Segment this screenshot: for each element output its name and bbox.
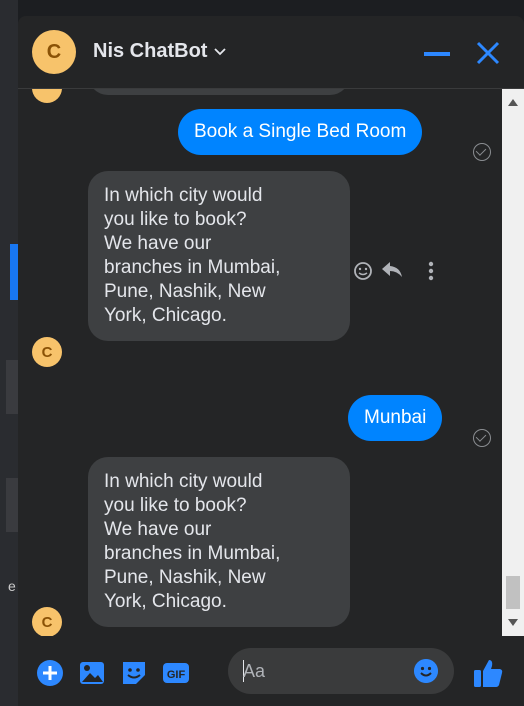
bot-avatar[interactable]: C xyxy=(32,30,76,74)
background-highlight xyxy=(10,244,18,300)
scroll-up-arrow-icon[interactable] xyxy=(508,99,518,106)
bot-message-bubble[interactable]: In which city would you like to book? We… xyxy=(88,457,350,627)
chat-window: C Nis ChatBot Book a Single Bed Room In … xyxy=(18,16,524,706)
message-line: you like to book? xyxy=(104,209,247,230)
user-message-bubble[interactable]: Munbai xyxy=(348,395,443,441)
user-message-bubble[interactable]: Book a Single Bed Room xyxy=(178,109,423,155)
message-line: We have our xyxy=(104,233,212,254)
emoji-icon[interactable] xyxy=(414,659,438,683)
chat-title: Nis ChatBot xyxy=(93,40,208,62)
message-line: branches in Mumbai, xyxy=(104,543,281,564)
message-input[interactable]: Aa xyxy=(228,648,454,694)
minimize-icon[interactable] xyxy=(424,52,450,56)
message-line: Pune, Nashik, New xyxy=(104,567,266,588)
background-block xyxy=(6,360,18,414)
message-line: York, Chicago. xyxy=(104,591,227,612)
more-options-icon[interactable] xyxy=(428,261,434,281)
photo-icon[interactable] xyxy=(78,659,106,687)
react-emoji-icon[interactable] xyxy=(353,261,373,281)
gif-icon[interactable]: GIF xyxy=(162,659,190,687)
scrollbar-thumb[interactable] xyxy=(506,576,520,609)
message-line: branches in Mumbai, xyxy=(104,257,281,278)
message-line: We have our xyxy=(104,519,212,540)
background-block xyxy=(6,478,18,532)
seen-check-icon xyxy=(473,143,491,161)
composer-bar: GIF Aa xyxy=(18,637,524,706)
message-line: you like to book? xyxy=(104,495,247,516)
bot-message-avatar xyxy=(32,89,62,103)
message-line: Pune, Nashik, New xyxy=(104,281,266,302)
background-page: e xyxy=(0,0,18,706)
sticker-icon[interactable] xyxy=(120,659,148,687)
bot-message-bubble[interactable]: In which city would you like to book? We… xyxy=(88,171,350,341)
bot-message-avatar: C xyxy=(32,607,62,636)
chevron-down-icon xyxy=(214,47,227,55)
reply-icon[interactable] xyxy=(381,261,403,279)
svg-text:GIF: GIF xyxy=(167,669,186,681)
seen-check-icon xyxy=(473,429,491,447)
chat-header: C Nis ChatBot xyxy=(18,16,524,89)
thumbs-up-icon[interactable] xyxy=(472,657,504,689)
message-list[interactable]: Book a Single Bed Room In which city wou… xyxy=(18,89,502,636)
close-icon[interactable] xyxy=(473,38,503,68)
message-line: York, Chicago. xyxy=(104,305,227,326)
plus-icon[interactable] xyxy=(36,659,64,687)
message-line: In which city would xyxy=(104,185,263,206)
message-line: In which city would xyxy=(104,471,263,492)
chat-title-button[interactable]: Nis ChatBot xyxy=(93,40,227,63)
message-input-placeholder: Aa xyxy=(243,661,266,681)
scrollbar[interactable] xyxy=(502,89,524,636)
bot-message-avatar: C xyxy=(32,337,62,367)
scroll-down-arrow-icon[interactable] xyxy=(508,619,518,626)
background-text: e xyxy=(8,578,16,594)
bot-message-bubble[interactable] xyxy=(88,89,350,95)
